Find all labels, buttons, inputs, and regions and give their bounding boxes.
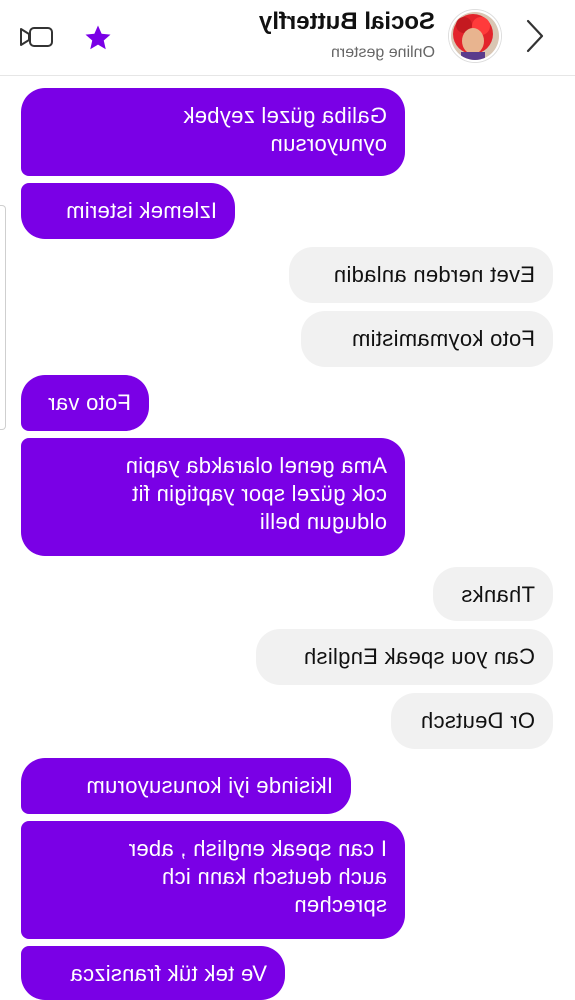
message-incoming[interactable]: Thanks — [433, 567, 553, 621]
video-call-button[interactable] — [16, 22, 56, 52]
star-icon — [85, 25, 111, 50]
message-incoming[interactable]: Or Deutsch — [391, 693, 553, 749]
message-list[interactable]: Galiba güzel zeybek oynuyorsun Izlemek i… — [0, 76, 575, 1000]
avatar-image — [449, 12, 499, 62]
message-outgoing[interactable]: Ikisinde iyi konusuyorum — [21, 758, 351, 814]
message-incoming[interactable]: Evet nerden anladin — [289, 247, 553, 303]
chat-header: Social Butterfly Online gestern — [0, 0, 575, 76]
contact-name[interactable]: Social Butterfly — [259, 8, 435, 36]
video-call-icon — [20, 27, 53, 47]
favorite-button[interactable] — [78, 18, 118, 58]
chevron-left-icon — [526, 19, 544, 53]
presence-status: Online gestern — [330, 44, 435, 61]
message-outgoing[interactable]: Galiba güzel zeybek oynuyorsun — [21, 88, 405, 176]
message-incoming[interactable]: Foto koymamistim — [301, 311, 553, 367]
message-incoming[interactable]: Can you speak English — [256, 629, 553, 685]
message-outgoing[interactable]: Ama genel olarakda yapin cok güzel spor … — [21, 438, 405, 556]
avatar[interactable] — [449, 10, 501, 62]
message-outgoing[interactable]: Foto var — [21, 375, 149, 431]
message-outgoing[interactable]: Ve tek tük fransizca — [21, 946, 285, 1000]
chat-screen: Social Butterfly Online gestern Galiba g… — [0, 0, 575, 1000]
back-button[interactable] — [517, 18, 553, 54]
message-outgoing[interactable]: I can speak english , aber auch deutsch … — [21, 821, 405, 939]
message-outgoing[interactable]: Izlemek isterim — [21, 183, 235, 239]
